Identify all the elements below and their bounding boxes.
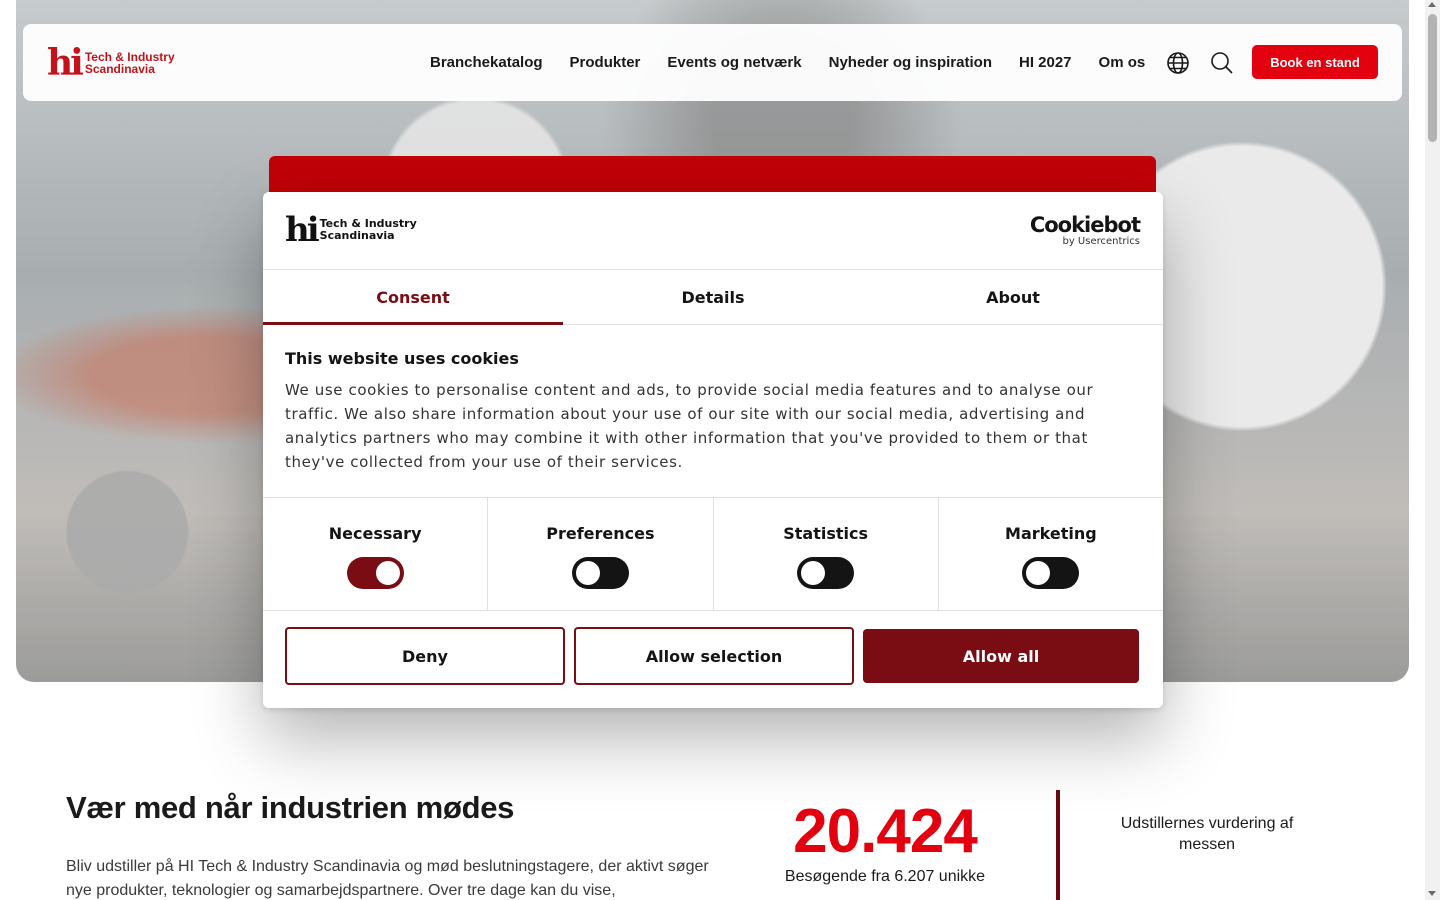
dialog-logo-mark: hi xyxy=(285,210,320,250)
brand-logo[interactable]: hi Tech & Industry Scandinavia xyxy=(47,42,175,84)
nav-item-om-os[interactable]: Om os xyxy=(1099,54,1146,71)
category-label: Statistics xyxy=(783,524,868,543)
dialog-title: This website uses cookies xyxy=(285,349,519,368)
nav-item-produkter[interactable]: Produkter xyxy=(570,54,641,71)
toggle-knob xyxy=(375,561,400,585)
toggle-knob xyxy=(1026,561,1051,585)
category-label: Preferences xyxy=(546,524,655,543)
deny-button[interactable]: Deny xyxy=(285,627,565,685)
scroll-up-arrow-icon[interactable] xyxy=(1428,2,1436,7)
cookiebot-sub: by Usercentrics xyxy=(1062,236,1140,247)
nav-item-events[interactable]: Events og netværk xyxy=(667,54,801,71)
book-stand-button[interactable]: Book en stand xyxy=(1252,45,1378,79)
nav-item-hi-2027[interactable]: HI 2027 xyxy=(1019,54,1072,71)
toggle-knob xyxy=(575,561,600,585)
search-icon[interactable] xyxy=(1210,51,1234,75)
statistics-toggle[interactable] xyxy=(797,557,855,589)
category-marketing: Marketing xyxy=(939,498,1163,610)
cookie-consent-dialog: hi Tech & Industry Scandinavia Cookiebot… xyxy=(263,192,1163,708)
category-label: Necessary xyxy=(328,524,422,543)
visitor-stat-number: 20.424 xyxy=(793,797,978,866)
dialog-header: hi Tech & Industry Scandinavia Cookiebot… xyxy=(263,192,1163,270)
dialog-body: This website uses cookies We use cookies… xyxy=(263,325,1163,498)
dialog-logo-line-2: Scandinavia xyxy=(319,229,395,242)
section-title: Vær med når industrien mødes xyxy=(66,790,515,825)
cookiebot-logo[interactable]: Cookiebot by Usercentrics xyxy=(1029,213,1141,248)
cookiebot-name: Cookiebot xyxy=(1029,213,1141,237)
marketing-toggle[interactable] xyxy=(1022,557,1080,589)
nav-item-nyheder[interactable]: Nyheder og inspiration xyxy=(829,54,992,71)
brand-name: Tech & Industry Scandinavia xyxy=(85,51,175,75)
nav-item-branchekatalog[interactable]: Branchekatalog xyxy=(430,54,543,71)
category-necessary: Necessary xyxy=(263,498,489,610)
stat-divider xyxy=(1056,790,1060,900)
category-label: Marketing xyxy=(1005,524,1097,543)
exhibitor-rating-label: Udstillernes vurdering af messen xyxy=(1120,815,1294,853)
page-scrollbar[interactable] xyxy=(1425,0,1440,900)
toggle-knob xyxy=(801,561,826,585)
dialog-actions: Deny Allow selection Allow all xyxy=(263,611,1163,685)
preferences-toggle[interactable] xyxy=(571,557,629,589)
scrollbar-thumb[interactable] xyxy=(1428,14,1437,142)
tab-details[interactable]: Details xyxy=(563,270,863,324)
cookie-category-switches: Necessary Preferences Statistics Marketi… xyxy=(263,498,1163,611)
scroll-down-arrow-icon[interactable] xyxy=(1428,891,1436,896)
tab-consent[interactable]: Consent xyxy=(263,270,563,325)
dialog-description: We use cookies to personalise content an… xyxy=(285,381,1094,471)
dialog-site-logo: hi Tech & Industry Scandinavia xyxy=(285,210,417,250)
tab-about[interactable]: About xyxy=(863,270,1163,324)
brand-mark: hi xyxy=(47,42,84,84)
visitor-stat-label: Besøgende fra 6.207 unikke xyxy=(784,868,986,885)
category-preferences: Preferences xyxy=(488,498,714,610)
category-statistics: Statistics xyxy=(714,498,939,610)
main-menu: Branchekatalog Produkter Events og netvæ… xyxy=(430,24,1145,101)
top-navigation: hi Tech & Industry Scandinavia Brancheka… xyxy=(23,24,1402,101)
necessary-toggle[interactable] xyxy=(346,557,404,589)
allow-all-button[interactable]: Allow all xyxy=(863,629,1139,683)
allow-selection-button[interactable]: Allow selection xyxy=(574,627,854,685)
dialog-tabs: Consent Details About xyxy=(263,270,1163,325)
dialog-logo-text: Tech & Industry Scandinavia xyxy=(320,218,417,242)
section-text: Bliv udstiller på HI Tech & Industry Sca… xyxy=(66,858,709,899)
brand-line-2: Scandinavia xyxy=(84,62,155,76)
globe-icon[interactable] xyxy=(1166,51,1190,75)
